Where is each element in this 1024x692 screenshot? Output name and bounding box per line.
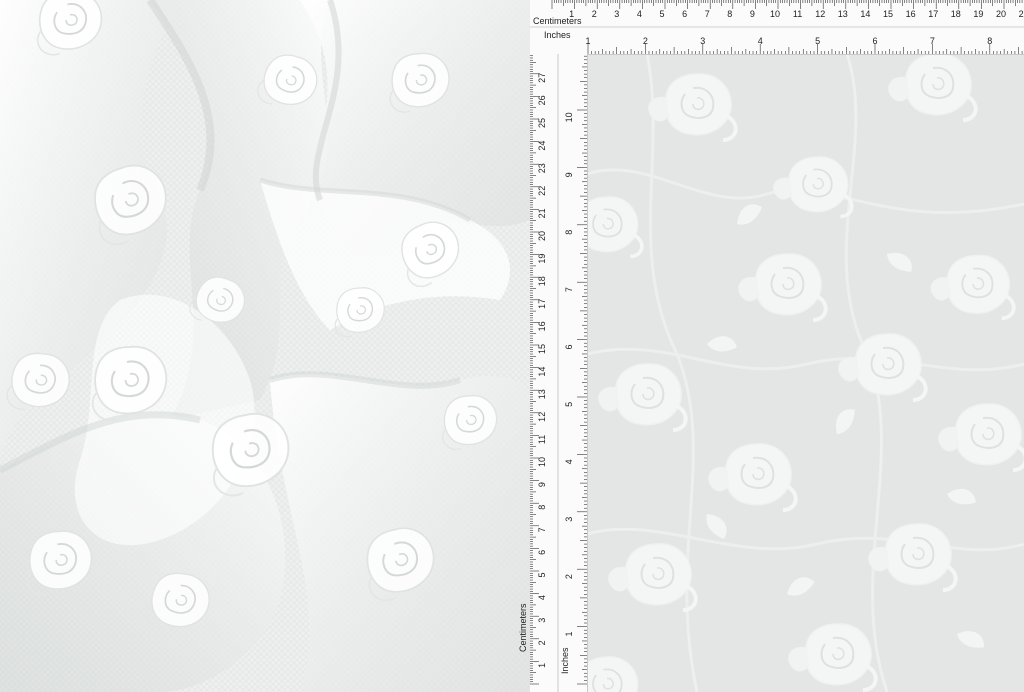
- left-ruler-inch-number: 9: [564, 172, 574, 177]
- left-ruler-in-label: Inches: [560, 647, 570, 674]
- draped-lace-illustration: [0, 0, 530, 692]
- top-ruler-cm-number: 3: [614, 9, 619, 19]
- top-ruler-cm-number: 18: [951, 9, 961, 19]
- left-ruler-inch-number: 8: [564, 230, 574, 235]
- left-ruler-cm-number: 8: [537, 505, 547, 510]
- left-ruler-cm-label: Centimeters: [518, 603, 528, 652]
- left-ruler-inch-number: 2: [564, 574, 574, 579]
- photo-frame: 1234567891011121314151617181920211234567…: [0, 0, 1024, 692]
- top-ruler-inch-number: 5: [815, 36, 820, 46]
- left-ruler-inch-number: 10: [564, 112, 574, 122]
- left-ruler-cm-number: 15: [537, 344, 547, 354]
- left-ruler: 1 2 3 4 5 6 7 8 9 10 11 12 13 14 15 16 17 18 19 20 21 22 23 24 2…: [518, 54, 588, 692]
- left-ruler-inch-number: 3: [564, 517, 574, 522]
- top-ruler: 1234567891011121314151617181920211234567…: [530, 0, 1024, 55]
- left-ruler-inch-number: 4: [564, 459, 574, 464]
- draped-lace-photo: [0, 0, 530, 692]
- left-ruler-cm-number: 5: [537, 572, 547, 577]
- left-ruler-cm-number: 25: [537, 118, 547, 128]
- left-ruler-cm-number: 13: [537, 389, 547, 399]
- left-ruler-cm-number: 14: [537, 367, 547, 377]
- top-ruler-cm-number: 6: [682, 9, 687, 19]
- top-ruler-cm-number: 17: [928, 9, 938, 19]
- top-ruler-cm-number: 19: [973, 9, 983, 19]
- top-ruler-inch-number: 1: [585, 36, 590, 46]
- top-ruler-inch-number: 7: [930, 36, 935, 46]
- top-ruler-cm-number: 21: [1019, 9, 1024, 19]
- top-ruler-cm-number: 13: [838, 9, 848, 19]
- left-ruler-inch-number: 7: [564, 287, 574, 292]
- left-ruler-cm-number: 17: [537, 299, 547, 309]
- top-ruler-cm-number: 14: [860, 9, 870, 19]
- top-ruler-cm-number: 9: [750, 9, 755, 19]
- left-ruler-cm-number: 21: [537, 208, 547, 218]
- top-ruler-cm-label: Centimeters: [533, 16, 582, 26]
- top-ruler-cm-number: 12: [815, 9, 825, 19]
- top-ruler-cm-number: 11: [793, 9, 802, 19]
- top-ruler-cm-number: 16: [906, 9, 916, 19]
- top-ruler-cm-number: 5: [659, 9, 664, 19]
- left-ruler-cm-number: 1: [537, 663, 547, 668]
- top-ruler-inch-number: 6: [872, 36, 877, 46]
- left-ruler-cm-number: 12: [537, 412, 547, 422]
- left-ruler-cm-number: 16: [537, 321, 547, 331]
- left-ruler-cm-number: 23: [537, 163, 547, 173]
- left-ruler-cm-number: 22: [537, 186, 547, 196]
- left-ruler-cm-number: 10: [537, 457, 547, 467]
- left-ruler-cm-number: 19: [537, 254, 547, 264]
- left-ruler-cm-number: 11: [537, 435, 547, 444]
- left-ruler-cm-number: 6: [537, 550, 547, 555]
- top-ruler-inch-number: 8: [987, 36, 992, 46]
- top-ruler-cm-number: 20: [996, 9, 1006, 19]
- left-ruler-inch-number: 6: [564, 344, 574, 349]
- top-ruler-cm-number: 4: [637, 9, 642, 19]
- left-ruler-cm-number: 7: [537, 527, 547, 532]
- top-ruler-cm-number: 8: [727, 9, 732, 19]
- left-ruler-cm-number: 27: [537, 73, 547, 83]
- left-ruler-inch-number: 5: [564, 402, 574, 407]
- top-ruler-scale: 1234567891011121314151617181920211234567…: [530, 0, 1024, 54]
- left-ruler-cm-number: 9: [537, 482, 547, 487]
- top-ruler-cm-number: 2: [592, 9, 597, 19]
- left-ruler-cm-number: 4: [537, 595, 547, 600]
- top-ruler-cm-number: 10: [770, 9, 780, 19]
- left-ruler-cm-number: 20: [537, 231, 547, 241]
- left-ruler-cm-number: 26: [537, 95, 547, 105]
- top-ruler-inch-number: 4: [758, 36, 763, 46]
- top-ruler-inch-number: 3: [700, 36, 705, 46]
- left-ruler-inch-number: 1: [564, 631, 574, 636]
- top-ruler-cm-number: 7: [705, 9, 710, 19]
- left-ruler-cm-number: 3: [537, 618, 547, 623]
- top-ruler-in-label: Inches: [544, 30, 571, 40]
- top-ruler-inch-number: 2: [643, 36, 648, 46]
- left-ruler-cm-number: 24: [537, 141, 547, 151]
- top-ruler-cm-number: 15: [883, 9, 893, 19]
- left-ruler-scale: 1234567891011121314151617181920212223242…: [530, 54, 587, 692]
- flat-lace-illustration: [587, 54, 1024, 692]
- left-ruler-cm-number: 18: [537, 276, 547, 286]
- left-ruler-cm-number: 2: [537, 640, 547, 645]
- flat-lace-sample: [587, 54, 1024, 692]
